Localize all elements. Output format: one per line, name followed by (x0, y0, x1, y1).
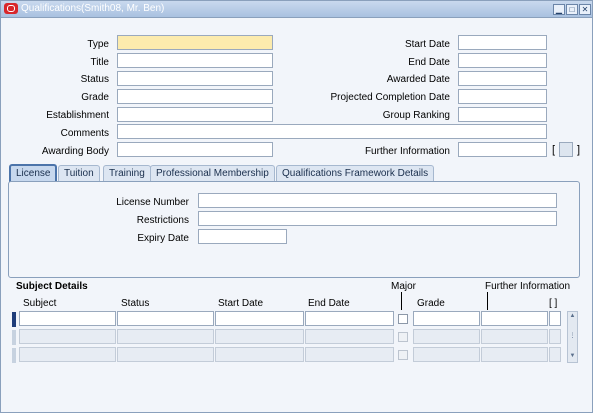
major-column-header: Major (391, 281, 417, 292)
subject-cell[interactable] (19, 329, 116, 344)
end-date-field[interactable] (458, 53, 547, 68)
comments-field[interactable] (117, 124, 547, 139)
status-label: Status (80, 74, 109, 85)
start-date-column-header: Start Date (218, 298, 264, 309)
flexfield-cell[interactable] (549, 329, 561, 344)
status-cell[interactable] (117, 329, 214, 344)
major-checkbox[interactable] (398, 332, 408, 342)
flexfield-column-header: [ ] (549, 298, 558, 309)
further-information-cell[interactable] (481, 347, 548, 362)
flexfield-cell[interactable] (549, 311, 561, 326)
descriptive-flexfield-button[interactable] (559, 142, 573, 157)
status-cell[interactable] (117, 311, 214, 326)
end-date-cell[interactable] (305, 329, 394, 344)
awarding-body-field[interactable] (117, 142, 273, 157)
status-field[interactable] (117, 71, 273, 86)
tab-license[interactable]: License (9, 164, 58, 182)
awarding-body-label: Awarding Body (41, 146, 109, 157)
projected-completion-date-label: Projected Completion Date (330, 92, 450, 103)
expiry-date-label: Expiry Date (137, 233, 189, 244)
grade-label: Grade (81, 92, 109, 103)
expiry-date-field[interactable] (198, 229, 287, 244)
start-date-cell[interactable] (215, 329, 304, 344)
further-information-cell[interactable] (481, 329, 548, 344)
type-field[interactable] (117, 35, 273, 50)
qualifications-window: Qualifications(Smith08, Mr. Ben) ▁ □ ✕ T… (0, 0, 593, 413)
flexfield-cell[interactable] (549, 347, 561, 362)
grade-cell[interactable] (413, 329, 480, 344)
restrictions-label: Restrictions (136, 215, 189, 226)
title-label: Title (90, 57, 109, 68)
major-checkbox[interactable] (398, 350, 408, 360)
grade-field[interactable] (117, 89, 273, 104)
row-indicator[interactable] (12, 330, 16, 345)
subject-cell[interactable] (19, 311, 116, 326)
further-information-field[interactable] (458, 142, 547, 157)
further-information-cell[interactable] (481, 311, 548, 326)
type-label: Type (87, 39, 109, 50)
restrictions-field[interactable] (198, 211, 557, 226)
grade-cell[interactable] (413, 347, 480, 362)
major-header-tick (401, 292, 402, 310)
row-indicator-current[interactable] (12, 312, 16, 327)
status-cell[interactable] (117, 347, 214, 362)
scroll-up-icon[interactable]: ▲ (568, 312, 577, 321)
status-column-header: Status (121, 298, 150, 309)
grade-cell[interactable] (413, 311, 480, 326)
further-information-label: Further Information (364, 146, 450, 157)
subject-details-heading: Subject Details (16, 281, 88, 292)
awarded-date-label: Awarded Date (386, 74, 450, 85)
major-checkbox[interactable] (398, 314, 408, 324)
awarded-date-field[interactable] (458, 71, 547, 86)
tab-tuition[interactable]: Tuition (58, 165, 100, 181)
end-date-cell[interactable] (305, 347, 394, 362)
tab-qualifications-framework-details[interactable]: Qualifications Framework Details (276, 165, 435, 181)
establishment-field[interactable] (117, 107, 273, 122)
end-date-cell[interactable] (305, 311, 394, 326)
scroll-thumb-grip-icon[interactable]: ⋮ (568, 332, 577, 341)
close-button[interactable]: ✕ (579, 4, 591, 15)
grade-column-header: Grade (417, 298, 445, 309)
end-date-label: End Date (408, 57, 450, 68)
scroll-down-icon[interactable]: ▼ (568, 352, 577, 361)
further-information-column-header: Further Information (485, 281, 571, 292)
window-title: Qualifications(Smith08, Mr. Ben) (21, 3, 165, 14)
row-indicator[interactable] (12, 348, 16, 363)
end-date-column-header: End Date (308, 298, 350, 309)
tab-professional-membership[interactable]: Professional Membership (150, 165, 275, 181)
start-date-cell[interactable] (215, 347, 304, 362)
start-date-cell[interactable] (215, 311, 304, 326)
title-bar: Qualifications(Smith08, Mr. Ben) ▁ □ ✕ (1, 1, 592, 18)
flexfield-close-bracket: ] (577, 144, 581, 156)
license-number-field[interactable] (198, 193, 557, 208)
start-date-label: Start Date (404, 39, 450, 50)
start-date-field[interactable] (458, 35, 547, 50)
comments-label: Comments (60, 128, 109, 139)
flexfield-open-bracket: [ (552, 144, 556, 156)
establishment-label: Establishment (46, 110, 109, 121)
minimize-button[interactable]: ▁ (553, 4, 565, 15)
title-field[interactable] (117, 53, 273, 68)
projected-completion-date-field[interactable] (458, 89, 547, 104)
tab-training[interactable]: Training (103, 165, 151, 181)
oracle-app-icon (4, 3, 18, 14)
group-ranking-label: Group Ranking (382, 110, 450, 121)
license-number-label: License Number (116, 197, 189, 208)
group-ranking-field[interactable] (458, 107, 547, 122)
subject-column-header: Subject (23, 298, 57, 309)
further-info-header-tick (487, 292, 488, 310)
subject-cell[interactable] (19, 347, 116, 362)
subject-details-scrollbar[interactable]: ▲ ⋮ ▼ (567, 311, 578, 363)
maximize-button[interactable]: □ (566, 4, 578, 15)
